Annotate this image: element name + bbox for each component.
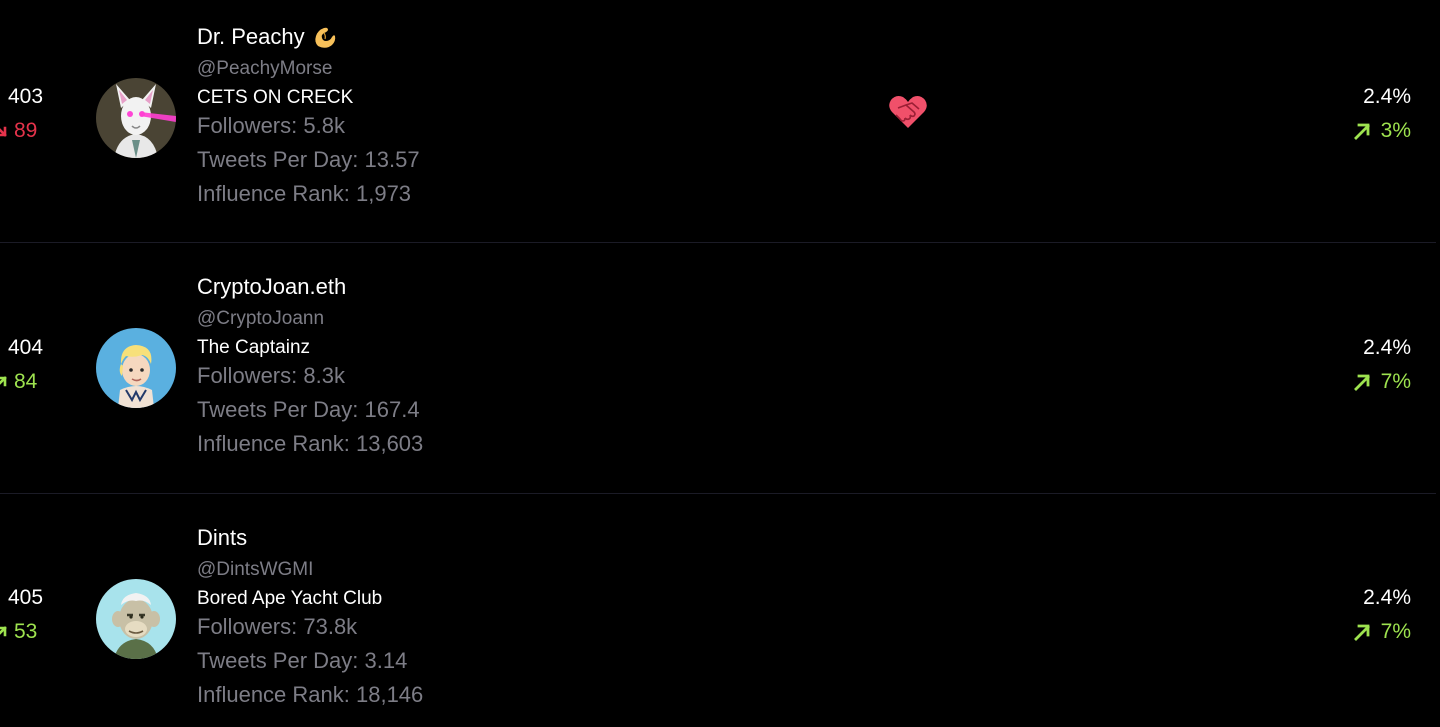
influence-percent: 2.4% xyxy=(1363,586,1411,609)
avatar[interactable] xyxy=(96,579,176,659)
influencer-row[interactable]: 404 84 CryptoJoan.eth @CryptoJoann The C… xyxy=(0,243,1436,493)
percent-change-value: 3% xyxy=(1380,119,1411,142)
influencer-row[interactable]: 403 89 Dr. Peachy @PeachyMorse CETS ON C… xyxy=(0,0,1436,250)
percent-change-value: 7% xyxy=(1380,370,1411,393)
rank-change-value: 89 xyxy=(14,119,38,142)
blonde-captain-avatar xyxy=(96,328,176,408)
influencer-info: CryptoJoan.eth @CryptoJoann The Captainz… xyxy=(197,274,423,457)
pinching-hand-emoji-icon xyxy=(314,27,335,48)
followers-stat: Followers: 73.8k xyxy=(197,614,358,639)
tweets-per-day-stat: Tweets Per Day: 167.4 xyxy=(197,397,420,422)
influence-percent: 2.4% xyxy=(1363,336,1411,359)
influencer-name: Dr. Peachy xyxy=(197,24,305,49)
influencer-name-line: Dr. Peachy xyxy=(197,24,420,50)
arrow-up-right-icon xyxy=(0,376,7,387)
rank-change: 89 xyxy=(0,119,37,143)
influencer-info: Dr. Peachy @PeachyMorse CETS ON CRECK Fo… xyxy=(197,24,420,207)
percent-change: 3% xyxy=(1353,119,1411,143)
percent-change: 7% xyxy=(1353,620,1411,644)
influencer-list: 403 89 Dr. Peachy @PeachyMorse CETS ON C… xyxy=(0,0,1440,727)
white-cat-laser-eyes-avatar xyxy=(96,78,176,158)
heart-handshake-icon[interactable] xyxy=(888,94,928,130)
avatar[interactable] xyxy=(96,78,176,158)
twitter-handle[interactable]: @DintsWGMI xyxy=(197,559,423,581)
arrow-up-right-icon xyxy=(1353,374,1370,391)
influence-rank-stat: Influence Rank: 18,146 xyxy=(197,682,424,707)
twitter-handle[interactable]: @PeachyMorse xyxy=(197,58,420,80)
percent-change: 7% xyxy=(1353,370,1411,394)
influence-rank-stat: Influence Rank: 13,603 xyxy=(197,431,424,456)
influencer-name: Dints xyxy=(197,525,248,550)
rank-number: 404 xyxy=(8,336,44,359)
influencer-name: CryptoJoan.eth xyxy=(197,274,347,299)
rank-change: 53 xyxy=(0,620,37,644)
followers-stat: Followers: 8.3k xyxy=(197,363,345,388)
tweets-per-day-stat: Tweets Per Day: 13.57 xyxy=(197,147,420,172)
twitter-handle[interactable]: @CryptoJoann xyxy=(197,308,423,330)
nft-collection[interactable]: The Captainz xyxy=(197,337,423,359)
percent-change-value: 7% xyxy=(1380,620,1411,643)
bored-ape-avatar xyxy=(96,579,176,659)
arrow-up-right-icon xyxy=(1353,123,1370,140)
arrow-up-right-icon xyxy=(1353,624,1370,641)
rank-change-value: 53 xyxy=(14,620,38,643)
followers-stat: Followers: 5.8k xyxy=(197,113,345,138)
influence-rank-stat: Influence Rank: 1,973 xyxy=(197,181,412,206)
rank-number: 403 xyxy=(8,85,44,108)
rank-change: 84 xyxy=(0,370,37,394)
nft-collection[interactable]: CETS ON CRECK xyxy=(197,87,420,109)
arrow-up-right-icon xyxy=(0,626,7,637)
influencer-row[interactable]: 405 53 Dints @DintsWGMI Bored Ape Yacht … xyxy=(0,494,1436,727)
tweets-per-day-stat: Tweets Per Day: 3.14 xyxy=(197,648,408,673)
arrow-down-right-icon xyxy=(0,126,7,137)
avatar[interactable] xyxy=(96,328,176,408)
rank-number: 405 xyxy=(8,586,44,609)
rank-change-value: 84 xyxy=(14,370,38,393)
nft-collection[interactable]: Bored Ape Yacht Club xyxy=(197,588,423,610)
influencer-info: Dints @DintsWGMI Bored Ape Yacht Club Fo… xyxy=(197,525,423,708)
influence-percent: 2.4% xyxy=(1363,85,1411,108)
